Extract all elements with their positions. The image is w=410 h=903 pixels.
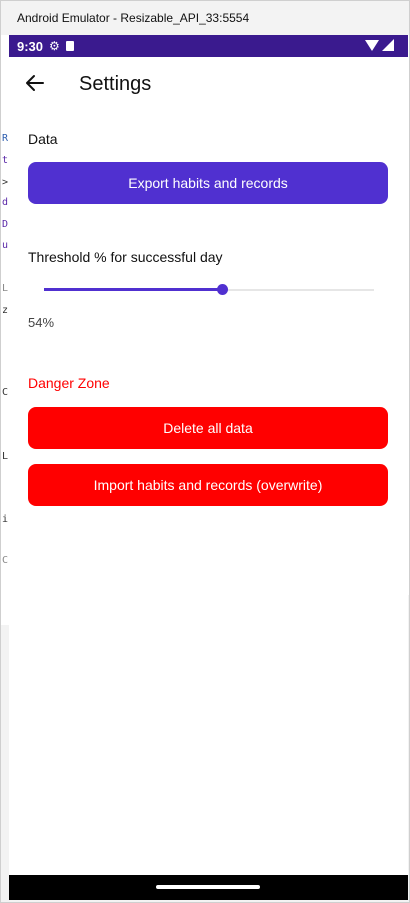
- signal-icon: [382, 39, 394, 51]
- window-title: Android Emulator - Resizable_API_33:5554: [17, 11, 250, 25]
- app-bar: Settings: [9, 57, 408, 113]
- bg-glyph: D: [2, 219, 9, 230]
- home-gesture-handle[interactable]: [156, 885, 260, 889]
- status-bar: 9:30 ⚙: [9, 35, 408, 57]
- window-titlebar: Android Emulator - Resizable_API_33:5554: [1, 1, 409, 35]
- bg-glyph: C: [2, 387, 9, 398]
- export-button[interactable]: Export habits and records: [28, 162, 388, 204]
- status-right-icons: [365, 39, 394, 51]
- threshold-slider[interactable]: [44, 282, 374, 298]
- bg-glyph: R: [2, 133, 9, 144]
- bg-glyph: >: [2, 177, 9, 188]
- phone-screen: 9:30 ⚙ Settings Data Export habits and r…: [9, 35, 408, 900]
- navigation-bar: [9, 875, 408, 900]
- background-editor-strip: R t > d D u L z C L i C: [1, 35, 9, 625]
- wifi-icon: [365, 39, 379, 51]
- threshold-label: Threshold % for successful day: [28, 249, 223, 265]
- page-title: Settings: [79, 73, 152, 95]
- import-overwrite-button[interactable]: Import habits and records (overwrite): [28, 464, 388, 506]
- bg-glyph: d: [2, 197, 9, 208]
- bg-glyph: C: [2, 555, 9, 566]
- threshold-value: 54%: [28, 315, 55, 330]
- emulator-window: Android Emulator - Resizable_API_33:5554…: [0, 0, 410, 903]
- slider-fill: [44, 288, 222, 291]
- gear-icon: ⚙: [49, 39, 60, 53]
- status-time: 9:30: [17, 38, 44, 54]
- danger-zone-label: Danger Zone: [28, 375, 110, 391]
- bg-glyph: L: [2, 451, 9, 462]
- bg-glyph: L: [2, 283, 9, 294]
- bg-glyph: t: [2, 155, 9, 166]
- sd-card-icon: [65, 41, 74, 51]
- data-section-label: Data: [28, 131, 58, 147]
- delete-all-data-button[interactable]: Delete all data: [28, 407, 388, 449]
- slider-thumb[interactable]: [217, 284, 228, 295]
- bg-glyph: i: [2, 514, 9, 525]
- bg-glyph: z: [2, 305, 9, 316]
- arrow-left-icon[interactable]: [23, 71, 47, 95]
- bg-glyph: u: [2, 240, 9, 251]
